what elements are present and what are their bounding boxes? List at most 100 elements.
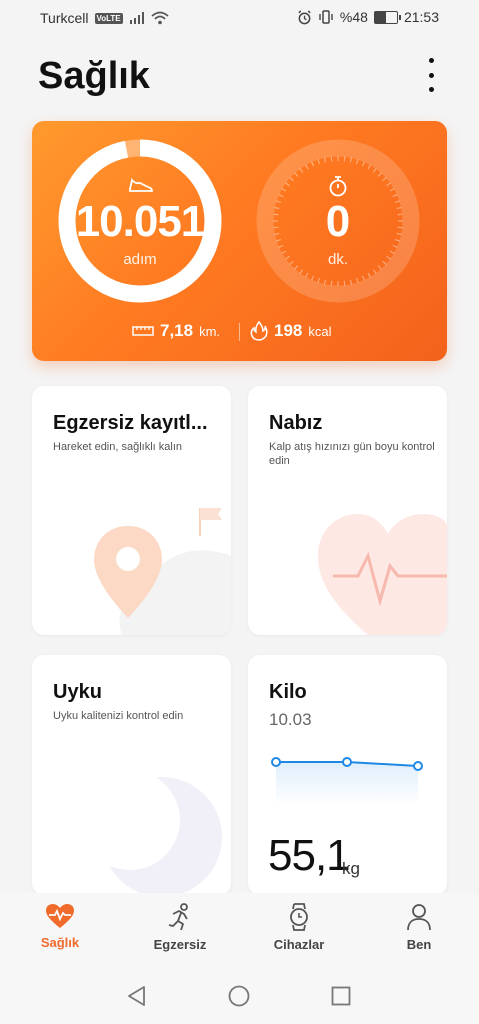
dial-tick bbox=[377, 172, 382, 177]
flame-icon bbox=[250, 321, 268, 341]
tab-devices[interactable]: Cihazlar bbox=[254, 903, 344, 952]
shoe-icon bbox=[129, 177, 153, 192]
dial-tick bbox=[367, 272, 372, 278]
dial-tick bbox=[372, 269, 377, 274]
sleep-card[interactable]: Uyku Uyku kalitenizi kontrol edin bbox=[32, 655, 231, 895]
map-pin-icon bbox=[94, 508, 231, 635]
dial-tick bbox=[392, 244, 398, 248]
dial-tick bbox=[275, 238, 282, 242]
dial-tick bbox=[343, 280, 346, 286]
dial-tick bbox=[382, 177, 387, 182]
dial-tick bbox=[274, 206, 280, 210]
weight-card[interactable]: Kilo 10.03 55,1 kg bbox=[248, 655, 447, 895]
tab-profile[interactable]: Ben bbox=[374, 903, 464, 952]
tab-devices-label: Cihazlar bbox=[273, 937, 325, 952]
page-title: Sağlık bbox=[38, 55, 150, 97]
battery-percent: %48 bbox=[339, 9, 368, 25]
dial-tick bbox=[330, 156, 333, 162]
weight-trend-chart bbox=[271, 757, 423, 805]
exercise-card[interactable]: Egzersiz kayıtl... Hareket edin, sağlıkl… bbox=[32, 386, 231, 635]
heart-icon bbox=[318, 514, 447, 635]
tab-health[interactable]: Sağlık bbox=[15, 903, 105, 950]
vibrate-icon bbox=[319, 10, 333, 24]
dial-tick bbox=[311, 161, 315, 167]
recents-icon[interactable] bbox=[331, 986, 351, 1006]
exercise-card-title: Egzersiz kayıtl... bbox=[53, 412, 208, 434]
stopwatch-icon bbox=[329, 176, 347, 197]
dial-tick bbox=[323, 157, 327, 163]
dial-tick bbox=[275, 200, 282, 204]
steps-unit: adım bbox=[123, 251, 157, 268]
dial-tick bbox=[392, 194, 398, 198]
dial-tick bbox=[394, 238, 401, 242]
dial-tick bbox=[343, 156, 346, 162]
minutes-unit: dk. bbox=[327, 251, 348, 268]
status-right: %48 21:53 bbox=[297, 9, 439, 25]
activity-stats-row: 7,18 km. 198 kcal bbox=[0, 318, 479, 348]
carrier-name: Turkcell bbox=[40, 10, 89, 26]
dial-tick bbox=[397, 213, 403, 216]
dial-tick bbox=[304, 272, 309, 278]
signal-icon bbox=[129, 12, 144, 24]
dial-tick bbox=[396, 232, 402, 236]
dial-tick bbox=[273, 226, 279, 229]
person-icon bbox=[407, 904, 431, 931]
back-icon[interactable] bbox=[126, 985, 148, 1007]
weight-date: 10.03 bbox=[269, 710, 312, 729]
clock: 21:53 bbox=[403, 9, 439, 25]
stats-divider bbox=[239, 323, 240, 341]
dial-tick bbox=[330, 280, 333, 286]
minutes-value: 0 bbox=[325, 197, 351, 246]
dial-tick bbox=[285, 182, 290, 187]
watch-icon bbox=[290, 903, 308, 931]
tab-exercise-label: Egzersiz bbox=[153, 937, 207, 952]
calories-value: 198 bbox=[274, 321, 303, 340]
bottom-navigation: Sağlık Egzersiz Cihazlar Ben bbox=[0, 893, 479, 965]
sleep-card-subtitle: Uyku kalitenizi kontrol edin bbox=[53, 710, 184, 722]
home-icon[interactable] bbox=[228, 985, 250, 1007]
dial-tick bbox=[311, 275, 315, 281]
dial-tick bbox=[372, 168, 377, 173]
calories-unit: kcal bbox=[308, 323, 332, 339]
dial-tick bbox=[386, 182, 391, 187]
status-bar: Turkcell VoLTE %48 21:53 bbox=[0, 0, 479, 36]
more-options-icon[interactable] bbox=[424, 58, 438, 92]
dial-tick bbox=[278, 194, 284, 198]
dial-tick bbox=[278, 244, 284, 248]
running-person-icon bbox=[168, 903, 188, 931]
dial-tick bbox=[281, 250, 287, 255]
dial-tick bbox=[389, 250, 395, 255]
dial-tick bbox=[397, 226, 403, 229]
dial-tick bbox=[349, 279, 353, 285]
dial-tick bbox=[349, 157, 353, 163]
dial-tick bbox=[274, 232, 280, 236]
heart-pulse-icon bbox=[46, 904, 74, 928]
dial-tick bbox=[299, 168, 304, 173]
dial-tick bbox=[389, 187, 395, 192]
calories-stat: 198 kcal bbox=[250, 321, 332, 341]
dial-tick bbox=[317, 158, 321, 165]
tab-exercise[interactable]: Egzersiz bbox=[135, 903, 225, 952]
dial-tick bbox=[304, 164, 309, 170]
weight-unit: kg bbox=[342, 859, 360, 878]
dial-tick bbox=[289, 177, 294, 182]
system-navigation-bar bbox=[0, 965, 479, 1024]
weight-card-title: Kilo bbox=[269, 681, 307, 703]
dial-tick bbox=[294, 172, 299, 177]
moon-icon bbox=[82, 770, 222, 895]
dial-tick bbox=[355, 158, 359, 165]
dial-tick bbox=[367, 164, 372, 170]
dial-tick bbox=[323, 279, 327, 285]
dial-tick bbox=[394, 200, 401, 204]
volte-badge: VoLTE bbox=[94, 12, 123, 24]
dial-tick bbox=[281, 187, 287, 192]
heart-rate-card[interactable]: Nabız Kalp atış hızınızı gün boyu kontro… bbox=[248, 386, 447, 635]
ruler-icon bbox=[132, 326, 154, 336]
dial-tick bbox=[361, 161, 365, 167]
dial-tick bbox=[299, 269, 304, 274]
battery-icon bbox=[373, 10, 401, 24]
dial-tick bbox=[355, 277, 359, 284]
weight-value: 55,1 bbox=[268, 831, 351, 880]
heart-rate-card-title: Nabız bbox=[269, 412, 323, 434]
dial-tick bbox=[396, 206, 402, 210]
